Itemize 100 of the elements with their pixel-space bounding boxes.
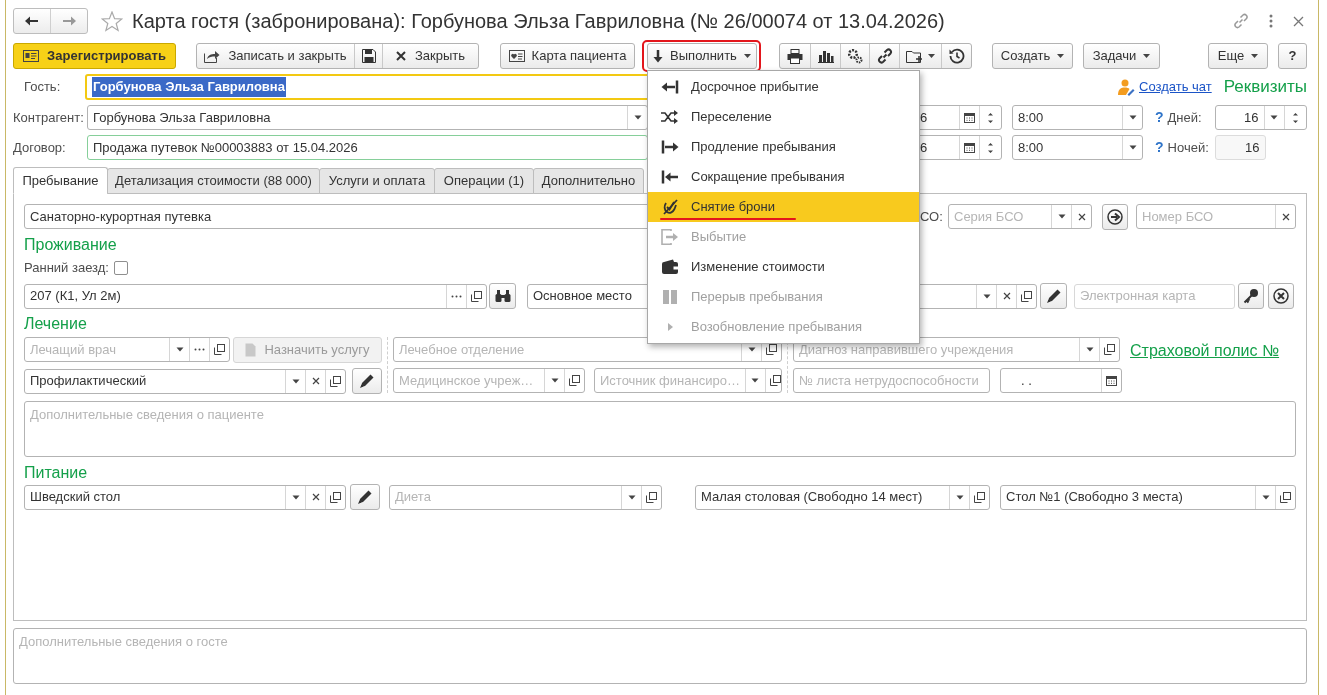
contract-field[interactable]: Продажа путевок №00003883 от 15.04.2026 <box>87 135 648 160</box>
star-icon[interactable] <box>101 10 123 32</box>
contractor-field[interactable]: Горбунова Эльза Гавриловна <box>87 105 648 130</box>
edit-button[interactable] <box>352 368 382 394</box>
pause-icon <box>661 289 679 305</box>
edit-button[interactable] <box>1040 283 1067 309</box>
clear-icon <box>1002 292 1011 300</box>
create-button[interactable]: Создать <box>992 43 1073 69</box>
search-room-button[interactable] <box>489 283 516 309</box>
gears-icon <box>847 48 863 64</box>
caret-icon <box>291 494 300 500</box>
patient-card-button[interactable]: Карта пациента <box>500 43 635 69</box>
tab[interactable]: Пребывание <box>13 167 108 194</box>
more-icon <box>194 348 205 351</box>
caret-icon <box>633 115 642 120</box>
open-window-icon <box>766 344 777 355</box>
time-field[interactable]: 8:00 <box>1012 105 1143 130</box>
up-down-icon <box>1291 110 1299 125</box>
document-icon <box>245 342 257 357</box>
pencil-icon <box>1045 288 1062 304</box>
close-button[interactable]: Закрыть <box>383 44 478 68</box>
more-button[interactable]: Еще <box>1208 43 1268 69</box>
arrow-to-bar-icon <box>661 79 679 95</box>
link-icon[interactable] <box>1233 13 1249 29</box>
caret-icon <box>550 378 559 383</box>
table-field[interactable]: Стол №1 (Свободно 3 места) <box>1000 484 1296 510</box>
close-icon[interactable] <box>1293 15 1304 27</box>
caret-icon <box>175 347 184 352</box>
clear-icon <box>1281 212 1290 221</box>
open-window-icon <box>974 491 985 503</box>
open-window-icon <box>471 290 482 302</box>
help-mark[interactable]: ? <box>1155 137 1164 158</box>
program-field[interactable]: Профилактический <box>24 368 346 394</box>
help-mark[interactable]: ? <box>1155 107 1164 128</box>
checkbox[interactable] <box>114 261 128 275</box>
field-label: Договор: <box>13 138 67 157</box>
caret-icon <box>627 494 636 500</box>
key-button[interactable] <box>1238 283 1264 309</box>
tab[interactable]: Детализация стоимости (88 000) <box>107 168 320 194</box>
open-window-icon <box>330 491 341 503</box>
open-window-icon <box>769 375 781 386</box>
help-button[interactable]: ? <box>1278 43 1307 69</box>
number-field[interactable]: 16 <box>1214 135 1266 160</box>
circle-close-icon <box>1273 288 1289 304</box>
caret-icon <box>1128 145 1137 150</box>
arrow-to-bar-icon <box>661 169 679 185</box>
field-label: Дней: <box>1167 108 1203 127</box>
forward-arrow-icon <box>62 16 76 26</box>
share-arrow-icon <box>204 49 221 63</box>
meal-type-field[interactable]: Шведский стол <box>24 484 346 510</box>
dining-room-field[interactable]: Малая столовая (Свободно 14 мест) <box>695 484 990 510</box>
caret-icon <box>1057 54 1065 58</box>
open-window-icon <box>1104 344 1115 355</box>
field-label: СО: <box>920 207 944 226</box>
edit-button[interactable] <box>350 484 380 510</box>
menu-item[interactable]: Сокращение пребывания <box>648 162 919 192</box>
field-label: Ранний заезд: <box>24 259 109 278</box>
create-chat-link[interactable]: Создать чат <box>1139 77 1212 97</box>
open-window-icon <box>569 375 580 386</box>
calendar-icon <box>964 112 975 123</box>
person-chat-icon <box>1117 78 1135 96</box>
printer-icon <box>787 48 803 64</box>
tab[interactable]: Дополнительно <box>533 168 644 194</box>
bar-chart-icon <box>817 49 834 63</box>
clear-icon <box>311 377 320 385</box>
menu-item[interactable]: Изменение стоимости <box>648 252 919 282</box>
shuffle-icon <box>661 109 679 125</box>
go-button[interactable] <box>1102 203 1128 230</box>
tasks-button[interactable]: Задачи <box>1083 43 1160 69</box>
id-card-icon <box>23 50 40 62</box>
tab[interactable]: Операции (1) <box>434 168 534 194</box>
close-icon <box>395 51 406 61</box>
field-label: Гость: <box>24 78 62 97</box>
execute-button[interactable]: Выполнить <box>647 43 757 69</box>
time-field[interactable]: 8:00 <box>1012 135 1143 160</box>
clear-icon <box>1077 212 1086 221</box>
section-heading: Лечение <box>24 314 87 334</box>
more-icon <box>451 294 462 298</box>
number-field[interactable]: 16 <box>1214 105 1307 130</box>
back-arrow-icon <box>25 16 39 26</box>
date-field[interactable]: . . <box>1000 368 1122 393</box>
section-heading: Проживание <box>24 235 117 255</box>
remove-button[interactable] <box>1268 283 1294 309</box>
room-field[interactable]: 207 (К1, Ул 2м) <box>24 283 487 309</box>
caret-icon <box>1261 494 1270 500</box>
down-arrow-icon <box>653 49 664 63</box>
caret-icon <box>1270 115 1279 120</box>
more-vertical-icon[interactable] <box>1269 14 1273 28</box>
caret-icon <box>1143 54 1151 58</box>
caret-icon <box>928 54 935 58</box>
menu-item[interactable]: Снятие брони <box>648 192 919 222</box>
tab[interactable]: Услуги и оплата <box>319 168 435 194</box>
save-and-close-button[interactable]: Записать и закрыть <box>197 44 355 68</box>
field-label: Контрагент: <box>13 108 85 127</box>
caret-icon <box>1057 214 1066 219</box>
key-icon <box>1243 288 1259 304</box>
register-button[interactable]: Зарегистрировать <box>13 43 176 69</box>
insurance-policy-link[interactable]: Страховой полис № <box>1130 339 1280 363</box>
history-icon <box>948 48 965 64</box>
caret-icon <box>1085 347 1094 352</box>
